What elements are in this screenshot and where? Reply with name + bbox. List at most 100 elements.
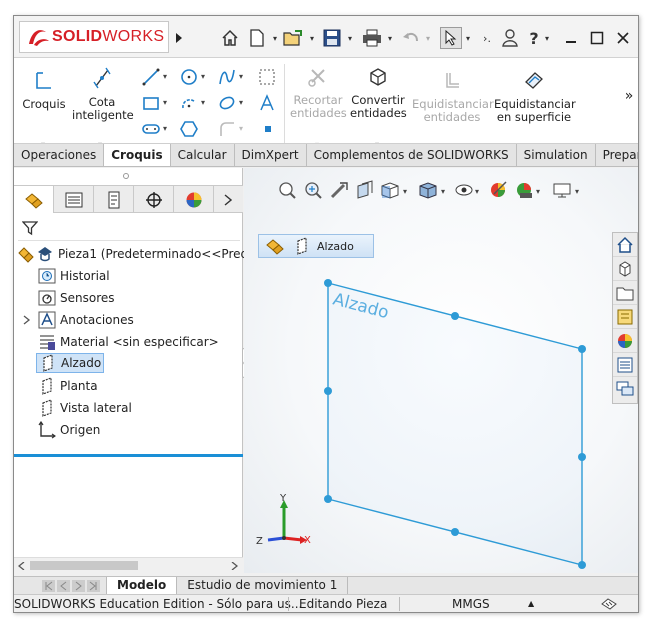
- slot-icon[interactable]: [142, 120, 160, 138]
- point-icon[interactable]: [263, 124, 273, 134]
- tree-root-part[interactable]: Pieza1 (Predeterminado<<Predet: [18, 244, 260, 264]
- displaymanager-icon: [186, 192, 201, 207]
- polygon-icon[interactable]: [180, 120, 198, 138]
- equidistanciar-entidades-button[interactable]: Equidistanciar entidades: [412, 70, 494, 124]
- open-dropdown-icon[interactable]: ▾: [307, 27, 317, 49]
- undo-icon[interactable]: [400, 27, 422, 49]
- tree-item-sensores[interactable]: Sensores: [38, 288, 115, 308]
- tab-featuremanager[interactable]: [14, 186, 54, 213]
- alzado-plane-drawing[interactable]: Alzado Y X Z: [244, 168, 638, 573]
- task-pane-custom-properties-icon[interactable]: [613, 353, 637, 377]
- tab-calcular[interactable]: Calcular: [171, 144, 235, 166]
- tree-item-origen[interactable]: Origen: [38, 420, 100, 440]
- graphics-viewport[interactable]: ▾ ▾ ▾ ▾ ▾ Alzado Alzado Y X Z: [244, 168, 638, 573]
- scroll-left-icon[interactable]: [18, 562, 26, 570]
- horizontal-scrollbar[interactable]: [14, 557, 243, 573]
- tab-complementos[interactable]: Complementos de SOLIDWORKS: [307, 144, 517, 166]
- fillet-icon[interactable]: [218, 120, 236, 138]
- croquis-button[interactable]: Croquis: [20, 70, 68, 111]
- new-document-icon[interactable]: [246, 27, 268, 49]
- status-notification-icon[interactable]: [600, 597, 618, 611]
- convertir-entidades-button[interactable]: Convertir entidades: [350, 66, 407, 120]
- circle-icon[interactable]: [180, 68, 198, 86]
- plane-icon: [38, 377, 56, 395]
- arc-dropdown-icon[interactable]: ▾: [201, 98, 205, 107]
- tab-displaymanager[interactable]: [174, 186, 214, 213]
- tab-preparacion[interactable]: Preparación del a...: [596, 144, 638, 166]
- slot-dropdown-icon[interactable]: ▾: [163, 124, 167, 133]
- home-icon[interactable]: [219, 27, 241, 49]
- new-dropdown-icon[interactable]: ▾: [270, 27, 280, 49]
- maximize-icon[interactable]: [588, 27, 606, 49]
- tree-label: Vista lateral: [60, 401, 132, 415]
- tree-item-historial[interactable]: Historial: [38, 266, 110, 286]
- spline-icon[interactable]: [218, 68, 236, 86]
- line-icon[interactable]: [142, 68, 160, 86]
- help-icon[interactable]: ?: [526, 27, 542, 49]
- tree-item-planta[interactable]: Planta: [38, 376, 98, 396]
- save-icon[interactable]: [321, 27, 343, 49]
- select-arrow-icon[interactable]: [440, 27, 462, 49]
- task-pane-home-icon[interactable]: [613, 233, 637, 257]
- tab-simulation[interactable]: Simulation: [517, 144, 596, 166]
- open-icon[interactable]: [282, 27, 306, 49]
- tab-navigation-arrows-icon[interactable]: [42, 579, 100, 592]
- ribbon-more-button[interactable]: »: [622, 89, 636, 103]
- task-pane-appearances-icon[interactable]: [613, 329, 637, 353]
- cota-inteligente-button[interactable]: Cota inteligente: [72, 66, 134, 122]
- tab-scroll-buttons[interactable]: [14, 577, 106, 594]
- ellipse-icon[interactable]: [218, 94, 236, 112]
- spline-dropdown-icon[interactable]: ▾: [239, 72, 243, 81]
- recortar-entidades-button[interactable]: Recortar entidades: [290, 66, 347, 120]
- help-dropdown-icon[interactable]: ▾: [542, 27, 552, 49]
- print-dropdown-icon[interactable]: ▾: [385, 27, 395, 49]
- tab-croquis[interactable]: Croquis: [104, 144, 171, 166]
- task-pane-folder-icon[interactable]: [613, 281, 637, 305]
- task-pane-forum-icon[interactable]: [613, 377, 637, 401]
- save-dropdown-icon[interactable]: ▾: [345, 27, 355, 49]
- equidistanciar-superficie-button[interactable]: Equidistanciar en superficie: [494, 70, 576, 124]
- filter-bar[interactable]: [18, 217, 240, 241]
- construction-geometry-icon[interactable]: [258, 68, 276, 86]
- units-dropdown-icon[interactable]: ▲: [528, 599, 534, 608]
- tabs-scroll-right-icon[interactable]: [214, 186, 242, 213]
- solidworks-logo[interactable]: SOLIDWORKS: [19, 21, 169, 53]
- rectangle-dropdown-icon[interactable]: ▾: [163, 98, 167, 107]
- panel-grip-icon[interactable]: [122, 172, 130, 180]
- close-icon[interactable]: [614, 27, 632, 49]
- tab-configurationmanager[interactable]: [94, 186, 134, 213]
- tab-dimxpert[interactable]: DimXpert: [235, 144, 307, 166]
- line-dropdown-icon[interactable]: ▾: [163, 72, 167, 81]
- undo-dropdown-icon[interactable]: ▾: [423, 27, 433, 49]
- tab-modelo[interactable]: Modelo: [106, 577, 178, 594]
- tree-item-vista-lateral[interactable]: Vista lateral: [38, 398, 132, 418]
- tree-item-material[interactable]: Material <sin especificar>: [38, 332, 219, 352]
- expand-menu-arrow-icon[interactable]: [172, 27, 186, 49]
- rollback-bar[interactable]: [14, 454, 243, 457]
- quick-access-more-icon[interactable]: ›.: [480, 27, 494, 49]
- expand-arrow-icon[interactable]: [22, 315, 32, 325]
- tab-dimxpertmanager[interactable]: [134, 186, 174, 213]
- ellipse-dropdown-icon[interactable]: ▾: [239, 98, 243, 107]
- task-pane-resources-icon[interactable]: [613, 257, 637, 281]
- annotation-icon: [38, 311, 56, 329]
- brand-name: SOLIDWORKS: [52, 28, 165, 45]
- task-pane-file-explorer-icon[interactable]: [613, 305, 637, 329]
- status-units[interactable]: MMGS: [452, 597, 490, 611]
- tree-item-anotaciones[interactable]: Anotaciones: [22, 310, 134, 330]
- user-icon[interactable]: [500, 27, 520, 49]
- select-dropdown-icon[interactable]: ▾: [463, 27, 473, 49]
- tab-estudio-movimiento[interactable]: Estudio de movimiento 1: [177, 577, 349, 594]
- fillet-dropdown-icon[interactable]: ▾: [239, 124, 243, 133]
- arc-icon[interactable]: [180, 94, 198, 112]
- tab-operaciones[interactable]: Operaciones: [14, 144, 105, 166]
- tree-item-alzado[interactable]: Alzado: [36, 353, 105, 373]
- circle-dropdown-icon[interactable]: ▾: [201, 72, 205, 81]
- scroll-thumb[interactable]: [30, 561, 138, 570]
- print-icon[interactable]: [361, 27, 383, 49]
- scroll-right-icon[interactable]: [230, 562, 238, 570]
- rectangle-icon[interactable]: [142, 94, 160, 112]
- text-icon[interactable]: [258, 94, 276, 112]
- tab-propertymanager[interactable]: [54, 186, 94, 213]
- minimize-icon[interactable]: [562, 27, 580, 49]
